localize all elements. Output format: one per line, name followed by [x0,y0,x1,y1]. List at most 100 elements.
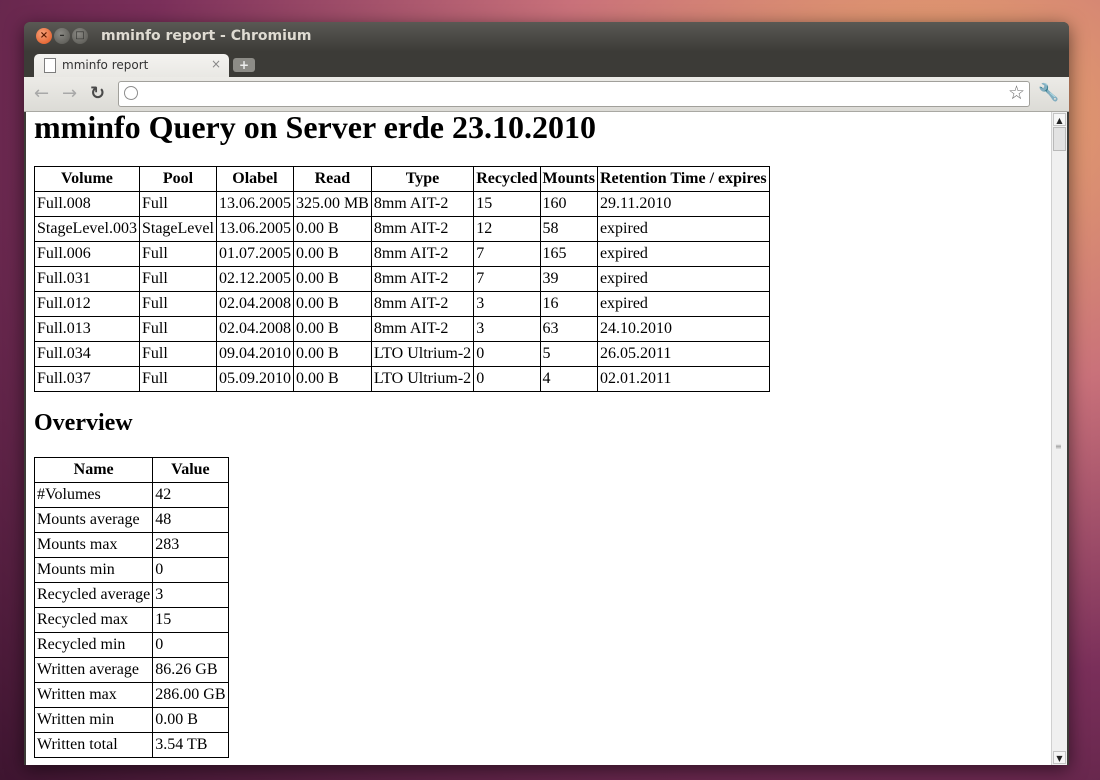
overview-row: Mounts min 0 [33,557,229,583]
back-arrow-icon[interactable]: ← [34,83,49,104]
volumes-table: Volume Pool Olabel Read Type Recycled Mo… [34,166,770,392]
table-cell: #Volumes [33,482,154,508]
wrench-menu-icon[interactable]: 🔧 [1038,83,1059,103]
page-viewport: mminfo Query on Server erde 23.10.2010 V… [26,112,1067,765]
scroll-down-arrow-icon[interactable]: ▼ [1053,751,1066,764]
tab-strip: mminfo report × + [24,52,1069,77]
table-cell: Mounts max [33,532,154,558]
table-cell: 3.54 TB [152,732,229,758]
table-cell: 15 [152,607,229,633]
table-cell: 8mm AIT-2 [370,291,475,317]
table-cell: 63 [539,316,598,342]
table-cell: 01.07.2005 [215,241,294,267]
reload-icon[interactable]: ↻ [90,83,105,104]
table-cell: 325.00 MB [292,191,372,217]
table-cell: Written max [33,682,154,708]
page-content: mminfo Query on Server erde 23.10.2010 V… [26,112,1052,765]
volumes-header-row: Volume Pool Olabel Read Type Recycled Mo… [34,166,770,192]
column-header-mounts: Mounts [539,166,598,192]
bookmark-star-icon[interactable]: ☆ [1008,82,1025,104]
table-cell: Full.008 [34,191,140,217]
tab-title: mminfo report [62,58,149,72]
table-cell: 7 [473,266,541,292]
overview-row: Recycled average 3 [33,582,229,608]
table-cell: StageLevel.003 [34,216,140,242]
table-cell: 8mm AIT-2 [370,216,475,242]
table-cell: Mounts min [33,557,154,583]
table-cell: 0.00 B [292,366,372,392]
overview-row: Recycled min 0 [33,632,229,658]
address-bar[interactable]: ☆ [118,81,1030,107]
table-cell: 8mm AIT-2 [370,241,475,267]
table-cell: Written average [33,657,154,683]
page-icon [44,58,56,73]
table-cell: StageLevel [138,216,217,242]
scroll-up-arrow-icon[interactable]: ▲ [1053,113,1066,126]
table-cell: expired [596,241,770,267]
new-tab-button[interactable]: + [233,58,255,72]
table-cell: Full [138,341,217,367]
table-cell: Full [138,191,217,217]
table-cell: 09.04.2010 [215,341,294,367]
table-cell: 286.00 GB [152,682,229,708]
table-cell: 86.26 GB [152,657,229,683]
minimize-window-button[interactable]: – [54,28,70,44]
table-cell: Recycled max [33,607,154,633]
overview-row: Written max 286.00 GB [33,682,229,708]
overview-row: Recycled max 15 [33,607,229,633]
table-cell: Full [138,316,217,342]
overview-row: Written average 86.26 GB [33,657,229,683]
address-input[interactable] [145,84,999,104]
table-cell: 0.00 B [292,341,372,367]
overview-heading: Overview [34,410,133,436]
table-cell: 3 [473,316,541,342]
window-title: mminfo report - Chromium [101,28,312,44]
tab-mminfo-report[interactable]: mminfo report × [34,54,229,77]
table-cell: 0.00 B [292,216,372,242]
table-cell: LTO Ultrium-2 [370,366,475,392]
overview-table: Name Value #Volumes 42 Mounts average 48 Mou… [33,457,229,758]
volume-row: Full.037 Full 05.09.2010 0.00 B LTO Ultrium-… [34,366,770,392]
table-cell: 58 [539,216,598,242]
table-cell: 48 [152,507,229,533]
browser-toolbar: ← → ↻ ☆ 🔧 [24,77,1069,112]
table-cell: 8mm AIT-2 [370,191,475,217]
table-cell: LTO Ultrium-2 [370,341,475,367]
table-cell: 05.09.2010 [215,366,294,392]
overview-row: Mounts average 48 [33,507,229,533]
table-cell: Full.034 [34,341,140,367]
forward-arrow-icon[interactable]: → [62,83,77,104]
table-cell: 02.04.2008 [215,291,294,317]
volume-row: Full.008 Full 13.06.2005 325.00 MB 8mm AIT-2… [34,191,770,217]
volume-row: Full.013 Full 02.04.2008 0.00 B 8mm AIT-2 3 63… [34,316,770,342]
column-header-value: Value [152,457,229,483]
table-cell: 13.06.2005 [215,191,294,217]
column-header-type: Type [370,166,475,192]
column-header-olabel: Olabel [215,166,294,192]
table-cell: 0.00 B [292,291,372,317]
overview-row: #Volumes 42 [33,482,229,508]
table-cell: 283 [152,532,229,558]
vertical-scrollbar[interactable]: ▲ ≡ ▼ [1051,112,1067,765]
table-cell: 0.00 B [152,707,229,733]
close-window-button[interactable]: × [36,28,52,44]
maximize-window-button[interactable]: □ [72,28,88,44]
volume-row: StageLevel.003 StageLevel 13.06.2005 0.00 B… [34,216,770,242]
table-cell: 5 [539,341,598,367]
table-cell: 02.01.2011 [596,366,770,392]
table-cell: 0 [152,632,229,658]
overview-row: Mounts max 283 [33,532,229,558]
browser-window: × – □ mminfo report - Chromium mminfo re… [24,22,1069,765]
table-cell: 12 [473,216,541,242]
column-header-pool: Pool [138,166,217,192]
table-cell: 160 [539,191,598,217]
table-cell: 0.00 B [292,241,372,267]
scrollbar-thumb[interactable] [1053,127,1066,151]
overview-header-row: Name Value [33,457,229,483]
table-cell: 4 [539,366,598,392]
column-header-retention: Retention Time / expires [596,166,770,192]
table-cell: 8mm AIT-2 [370,266,475,292]
table-cell: expired [596,291,770,317]
table-cell: expired [596,266,770,292]
tab-close-icon[interactable]: × [211,57,221,71]
